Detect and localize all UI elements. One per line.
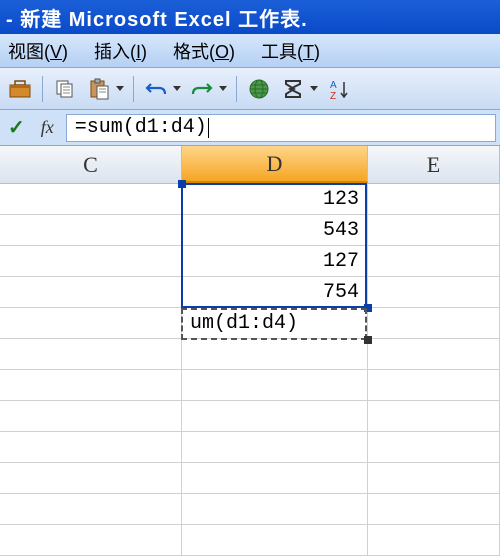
cell-c9[interactable] bbox=[0, 432, 182, 462]
toolbar: AZ bbox=[0, 68, 500, 110]
cell-c8[interactable] bbox=[0, 401, 182, 431]
redo-dropdown-icon[interactable] bbox=[218, 75, 228, 103]
cell-d9[interactable] bbox=[182, 432, 368, 462]
cell-c7[interactable] bbox=[0, 370, 182, 400]
toolbar-separator bbox=[42, 76, 43, 102]
formula-input[interactable]: =sum(d1:d4) bbox=[66, 114, 496, 142]
redo-icon[interactable] bbox=[188, 75, 216, 103]
cell-e6[interactable] bbox=[368, 339, 500, 369]
fx-icon[interactable]: fx bbox=[37, 117, 58, 138]
cell-e10[interactable] bbox=[368, 463, 500, 493]
table-row: 754 bbox=[0, 277, 500, 308]
cell-c10[interactable] bbox=[0, 463, 182, 493]
autosum-dropdown-icon[interactable] bbox=[309, 75, 319, 103]
spreadsheet-grid: C D E 123 543 127 754 um(d1:d4) bbox=[0, 146, 500, 556]
undo-dropdown-icon[interactable] bbox=[172, 75, 182, 103]
grid-body: 123 543 127 754 um(d1:d4) bbox=[0, 184, 500, 556]
cell-c6[interactable] bbox=[0, 339, 182, 369]
cell-d3[interactable]: 127 bbox=[182, 246, 368, 276]
cell-d1[interactable]: 123 bbox=[182, 184, 368, 214]
undo-icon[interactable] bbox=[142, 75, 170, 103]
window-titlebar: - 新建 Microsoft Excel 工作表. bbox=[0, 0, 500, 34]
cell-e2[interactable] bbox=[368, 215, 500, 245]
menu-insert[interactable]: 插入(I) bbox=[90, 36, 151, 66]
column-header-e[interactable]: E bbox=[368, 146, 500, 183]
cell-e4[interactable] bbox=[368, 277, 500, 307]
cell-c2[interactable] bbox=[0, 215, 182, 245]
table-row bbox=[0, 432, 500, 463]
cell-d2[interactable]: 543 bbox=[182, 215, 368, 245]
cell-e5[interactable] bbox=[368, 308, 500, 338]
cell-d6[interactable] bbox=[182, 339, 368, 369]
table-row: 123 bbox=[0, 184, 500, 215]
table-row bbox=[0, 463, 500, 494]
toolbox-icon[interactable] bbox=[6, 75, 34, 103]
formula-confirm-icon[interactable]: ✓ bbox=[4, 115, 29, 140]
table-row bbox=[0, 494, 500, 525]
table-row: 543 bbox=[0, 215, 500, 246]
cell-c4[interactable] bbox=[0, 277, 182, 307]
toolbar-separator bbox=[236, 76, 237, 102]
window-title: - 新建 Microsoft Excel 工作表. bbox=[6, 3, 308, 32]
hyperlink-icon[interactable] bbox=[245, 75, 273, 103]
svg-text:A: A bbox=[330, 80, 337, 91]
cell-c5[interactable] bbox=[0, 308, 182, 338]
toolbar-separator bbox=[133, 76, 134, 102]
cell-d11[interactable] bbox=[182, 494, 368, 524]
column-headers: C D E bbox=[0, 146, 500, 184]
column-header-c[interactable]: C bbox=[0, 146, 182, 183]
table-row bbox=[0, 339, 500, 370]
cell-e7[interactable] bbox=[368, 370, 500, 400]
table-row: 127 bbox=[0, 246, 500, 277]
cell-c12[interactable] bbox=[0, 525, 182, 555]
cell-e3[interactable] bbox=[368, 246, 500, 276]
cell-e1[interactable] bbox=[368, 184, 500, 214]
text-cursor bbox=[208, 118, 209, 138]
sort-asc-icon[interactable]: AZ bbox=[325, 75, 353, 103]
table-row bbox=[0, 401, 500, 432]
formula-bar: ✓ fx =sum(d1:d4) bbox=[0, 110, 500, 146]
paste-dropdown-icon[interactable] bbox=[115, 75, 125, 103]
table-row bbox=[0, 370, 500, 401]
cell-e12[interactable] bbox=[368, 525, 500, 555]
formula-text: =sum(d1:d4) bbox=[75, 116, 207, 139]
cell-e8[interactable] bbox=[368, 401, 500, 431]
autosum-icon[interactable] bbox=[279, 75, 307, 103]
copy-icon[interactable] bbox=[51, 75, 79, 103]
menubar: 视图(V) 插入(I) 格式(O) 工具(T) bbox=[0, 34, 500, 68]
column-header-d[interactable]: D bbox=[182, 146, 368, 183]
cell-d12[interactable] bbox=[182, 525, 368, 555]
svg-text:Z: Z bbox=[330, 91, 336, 100]
cell-d7[interactable] bbox=[182, 370, 368, 400]
cell-c1[interactable] bbox=[0, 184, 182, 214]
menu-tools[interactable]: 工具(T) bbox=[257, 36, 324, 66]
cell-d10[interactable] bbox=[182, 463, 368, 493]
cell-c3[interactable] bbox=[0, 246, 182, 276]
cell-e11[interactable] bbox=[368, 494, 500, 524]
cell-d4[interactable]: 754 bbox=[182, 277, 368, 307]
paste-icon[interactable] bbox=[85, 75, 113, 103]
cell-e9[interactable] bbox=[368, 432, 500, 462]
cell-c11[interactable] bbox=[0, 494, 182, 524]
menu-format[interactable]: 格式(O) bbox=[169, 36, 239, 66]
cell-d8[interactable] bbox=[182, 401, 368, 431]
menu-view[interactable]: 视图(V) bbox=[4, 36, 72, 66]
table-row: um(d1:d4) bbox=[0, 308, 500, 339]
table-row bbox=[0, 525, 500, 556]
cell-d5[interactable]: um(d1:d4) bbox=[182, 308, 368, 338]
